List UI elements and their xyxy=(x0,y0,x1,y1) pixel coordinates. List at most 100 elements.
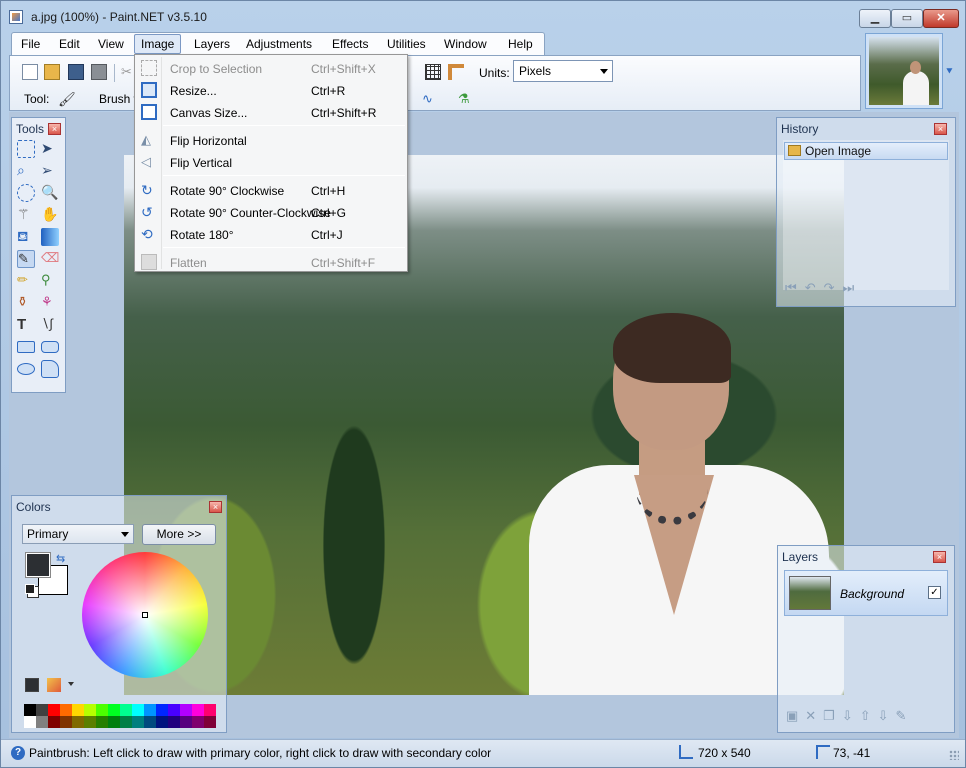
chevron-down-icon[interactable]: ⯆ xyxy=(945,66,954,79)
layers-close-icon[interactable]: × xyxy=(933,551,946,563)
zoom-icon[interactable]: 🔍 xyxy=(41,184,59,202)
menu-image[interactable]: Image xyxy=(134,34,182,54)
layer-visibility-checkbox[interactable]: ✓ xyxy=(928,586,941,599)
palette-swatch[interactable] xyxy=(168,704,180,716)
open-icon[interactable] xyxy=(44,64,60,80)
palette-swatch[interactable] xyxy=(120,704,132,716)
menu-flatten[interactable]: Flatten Ctrl+Shift+F xyxy=(137,251,405,273)
eraser-icon[interactable]: ⌫ xyxy=(41,250,59,268)
menu-flip-vertical[interactable]: ◁ Flip Vertical xyxy=(137,151,405,173)
palette-swatch[interactable] xyxy=(24,716,36,728)
blend-mode-icon[interactable]: ⚗ xyxy=(458,91,474,107)
clone-stamp-icon[interactable]: ⚱ xyxy=(17,294,35,312)
rectangle-icon[interactable] xyxy=(17,341,35,353)
more-button[interactable]: More >> xyxy=(142,524,216,545)
palette-swatch[interactable] xyxy=(180,716,192,728)
menu-rotate-cw[interactable]: ↻ Rotate 90° Clockwise Ctrl+H xyxy=(137,179,405,201)
palette-menu-icon[interactable] xyxy=(47,678,61,692)
colors-close-icon[interactable]: × xyxy=(209,501,222,513)
image-thumbnail[interactable] xyxy=(865,33,943,109)
palette-swatch[interactable] xyxy=(204,704,216,716)
move-selection-icon[interactable]: ➤ xyxy=(41,140,59,158)
lasso-select-icon[interactable]: ⌕ xyxy=(17,162,35,180)
palette-swatch[interactable] xyxy=(60,704,72,716)
color-wheel-cursor[interactable] xyxy=(142,612,148,618)
save-icon[interactable] xyxy=(68,64,84,80)
palette-swatch[interactable] xyxy=(96,716,108,728)
move-selected-icon[interactable]: ➢ xyxy=(41,162,59,180)
palette-swatch[interactable] xyxy=(132,716,144,728)
units-select[interactable]: Pixels xyxy=(513,60,613,82)
menu-rotate-180[interactable]: ⟲ Rotate 180° Ctrl+J xyxy=(137,223,405,245)
history-item[interactable]: Open Image xyxy=(784,142,948,160)
layer-row[interactable]: Background ✓ xyxy=(784,570,948,616)
palette-swatch[interactable] xyxy=(192,704,204,716)
line-curve-icon[interactable]: ∖∫ xyxy=(41,316,59,334)
menu-effects[interactable]: Effects xyxy=(332,37,368,51)
palette-swatch[interactable] xyxy=(192,716,204,728)
palette-swatch[interactable] xyxy=(108,716,120,728)
menu-rotate-ccw[interactable]: ↺ Rotate 90° Counter-Clockwise Ctrl+G xyxy=(137,201,405,223)
palette-swatch[interactable] xyxy=(48,704,60,716)
layer-controls[interactable]: ▣✕❐⇩⇧⇩✎ xyxy=(786,708,913,724)
palette-swatch[interactable] xyxy=(72,704,84,716)
menu-view[interactable]: View xyxy=(98,37,124,51)
palette-swatch[interactable] xyxy=(36,716,48,728)
palette-swatch[interactable] xyxy=(96,704,108,716)
pan-icon[interactable]: ✋ xyxy=(41,206,59,224)
ellipse-icon[interactable] xyxy=(17,363,35,375)
swap-colors-icon[interactable]: ⇆ xyxy=(56,552,65,565)
new-icon[interactable] xyxy=(22,64,38,80)
history-controls[interactable]: ⏮↶↷⏭ xyxy=(785,280,862,296)
paintbrush-tool-icon[interactable]: ✎ xyxy=(17,250,35,268)
palette-swatch[interactable] xyxy=(120,716,132,728)
history-close-icon[interactable]: × xyxy=(934,123,947,135)
palette-swatch[interactable] xyxy=(168,716,180,728)
freeform-shape-icon[interactable] xyxy=(41,360,59,378)
reset-colors-icon[interactable] xyxy=(25,584,35,594)
pencil-icon[interactable]: ✏ xyxy=(17,272,35,290)
menu-canvas-size[interactable]: Canvas Size... Ctrl+Shift+R xyxy=(137,101,405,123)
palette-swatch[interactable] xyxy=(84,716,96,728)
menu-file[interactable]: File xyxy=(21,37,40,51)
rounded-rectangle-icon[interactable] xyxy=(41,341,59,353)
menu-edit[interactable]: Edit xyxy=(59,37,80,51)
text-icon[interactable]: T xyxy=(17,316,35,334)
minimize-button[interactable]: ▁ xyxy=(859,9,891,28)
menu-help[interactable]: Help xyxy=(508,37,533,51)
add-to-palette-icon[interactable] xyxy=(25,678,39,692)
menu-flip-horizontal[interactable]: ◭ Flip Horizontal xyxy=(137,129,405,151)
palette-swatch[interactable] xyxy=(204,716,216,728)
rectangle-select-icon[interactable] xyxy=(17,140,35,158)
palette-swatch[interactable] xyxy=(24,704,36,716)
paint-bucket-icon[interactable]: ⛾ xyxy=(17,228,35,246)
maximize-button[interactable]: ▭ xyxy=(891,9,923,28)
primary-color-swatch[interactable] xyxy=(25,552,51,578)
tools-close-icon[interactable]: × xyxy=(48,123,61,135)
menu-window[interactable]: Window xyxy=(444,37,487,51)
magic-wand-icon[interactable]: ⚚ xyxy=(17,206,35,224)
chevron-down-icon[interactable] xyxy=(68,682,74,686)
color-picker-icon[interactable]: ⚲ xyxy=(41,272,59,290)
menu-adjustments[interactable]: Adjustments xyxy=(246,37,312,51)
title-bar[interactable]: a.jpg (100%) - Paint.NET v3.5.10 ▁ ▭ ✕ xyxy=(1,1,965,32)
palette-swatch[interactable] xyxy=(156,704,168,716)
print-icon[interactable] xyxy=(91,64,107,80)
recolor-icon[interactable]: ⚘ xyxy=(41,294,59,312)
palette-swatch[interactable] xyxy=(180,704,192,716)
grid-icon[interactable] xyxy=(425,64,441,80)
resize-grip[interactable] xyxy=(949,750,959,760)
palette-swatch[interactable] xyxy=(60,716,72,728)
palette-swatch[interactable] xyxy=(108,704,120,716)
primary-select[interactable]: Primary xyxy=(22,524,134,544)
palette-swatch[interactable] xyxy=(144,716,156,728)
palette-swatch[interactable] xyxy=(132,704,144,716)
palette-swatch[interactable] xyxy=(72,716,84,728)
menu-resize[interactable]: Resize... Ctrl+R xyxy=(137,79,405,101)
paintbrush-icon[interactable]: 🖌 xyxy=(58,91,76,107)
ellipse-select-icon[interactable] xyxy=(17,184,35,202)
palette-swatch[interactable] xyxy=(48,716,60,728)
antialiasing-icon[interactable]: ∿ xyxy=(422,91,438,107)
palette-swatch[interactable] xyxy=(36,704,48,716)
palette-swatch[interactable] xyxy=(84,704,96,716)
